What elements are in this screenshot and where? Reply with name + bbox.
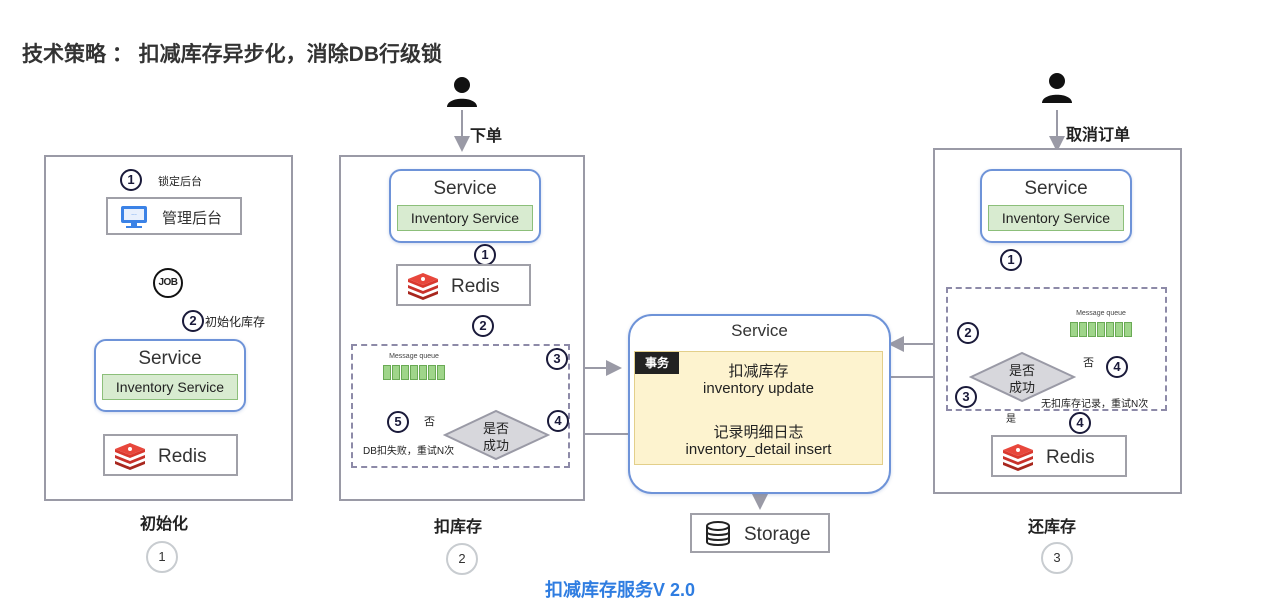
job-text: JOB — [158, 277, 178, 288]
redis-icon — [1003, 444, 1033, 471]
admin-label: 管理后台 — [162, 210, 223, 227]
tx-line4: inventory_detail insert — [685, 441, 832, 458]
step-number: 5 — [387, 411, 409, 433]
redis-label: Redis — [1046, 447, 1095, 468]
monitor-icon: ··· — [121, 206, 147, 228]
mq-title: Message queue — [1076, 310, 1126, 317]
no-label: 否 — [424, 416, 435, 428]
transaction-box: 事务 扣减库存 inventory update 记录明细日志 inventor… — [634, 351, 883, 465]
cancel-order-label: 取消订单 — [1066, 127, 1131, 144]
message-queue: Message queue — [1061, 310, 1141, 337]
decision-line2: 成功 — [483, 438, 510, 453]
tx-line1: 扣减库存 — [728, 363, 789, 380]
step-number: 1 — [1000, 249, 1022, 271]
step-number: 1 — [120, 169, 142, 191]
tx-line3: 记录明细日志 — [713, 424, 804, 441]
panel-index: 1 — [146, 541, 178, 573]
redis-box: Redis — [396, 264, 531, 306]
redis-icon — [408, 273, 438, 300]
inventory-service: Inventory Service — [988, 205, 1124, 231]
panel-caption: 还库存 — [1028, 519, 1077, 536]
inventory-service: Inventory Service — [397, 205, 533, 231]
step-number: 4 — [1069, 412, 1091, 434]
no-label: 否 — [1083, 357, 1094, 369]
step-number: 4 — [547, 410, 569, 432]
db-retry-label: DB扣失败，重试N次 — [363, 446, 455, 457]
panel-index: 3 — [1041, 542, 1073, 574]
step-number: 3 — [546, 348, 568, 370]
init-inventory-label: 初始化库存 — [205, 315, 266, 329]
step-number: 2 — [957, 322, 979, 344]
service-box: Service Inventory Service — [389, 169, 541, 243]
service-title: Service — [138, 348, 202, 369]
yes-label: 是 — [1006, 414, 1016, 425]
step-number: 2 — [472, 315, 494, 337]
service-title: Service — [1024, 178, 1088, 199]
redis-box: Redis — [991, 435, 1127, 477]
storage-box: Storage — [690, 513, 830, 553]
step-number: 1 — [474, 244, 496, 266]
inventory-service: Inventory Service — [102, 374, 238, 400]
redis-box: Redis — [103, 434, 238, 476]
redis-icon — [115, 443, 145, 470]
tx-line2: inventory update — [703, 380, 814, 397]
mq-title: Message queue — [389, 353, 439, 360]
storage-label: Storage — [744, 524, 811, 545]
service-box: Service Inventory Service — [94, 339, 246, 412]
center-service-title: Service — [731, 321, 788, 340]
redis-label: Redis — [451, 276, 500, 297]
message-queue-icon — [374, 365, 454, 380]
job-icon: JOB — [153, 268, 183, 298]
user-icon — [1042, 73, 1072, 103]
service-title: Service — [433, 178, 497, 199]
place-order-label: 下单 — [470, 128, 503, 145]
service-box: Service Inventory Service — [980, 169, 1132, 243]
panel-index: 2 — [446, 543, 478, 575]
restore-retry-label: 无扣库存记录，重试N次 — [1041, 399, 1149, 410]
step-number: 4 — [1106, 356, 1128, 378]
database-icon — [706, 521, 730, 546]
panel-caption: 初始化 — [140, 516, 189, 533]
step-number: 3 — [955, 386, 977, 408]
footer-caption: 扣减库存服务V 2.0 — [545, 580, 696, 600]
admin-backend-box: ··· 管理后台 — [106, 197, 242, 235]
message-queue: Message queue — [374, 353, 454, 380]
lock-admin-label: 锁定后台 — [158, 176, 202, 188]
svg-text:···: ··· — [131, 212, 137, 219]
redis-label: Redis — [158, 446, 207, 467]
decision-line2: 成功 — [1009, 380, 1036, 395]
user-icon — [447, 77, 477, 107]
message-queue-icon — [1061, 322, 1141, 337]
step-number: 2 — [182, 310, 204, 332]
panel-caption: 扣库存 — [434, 519, 483, 536]
